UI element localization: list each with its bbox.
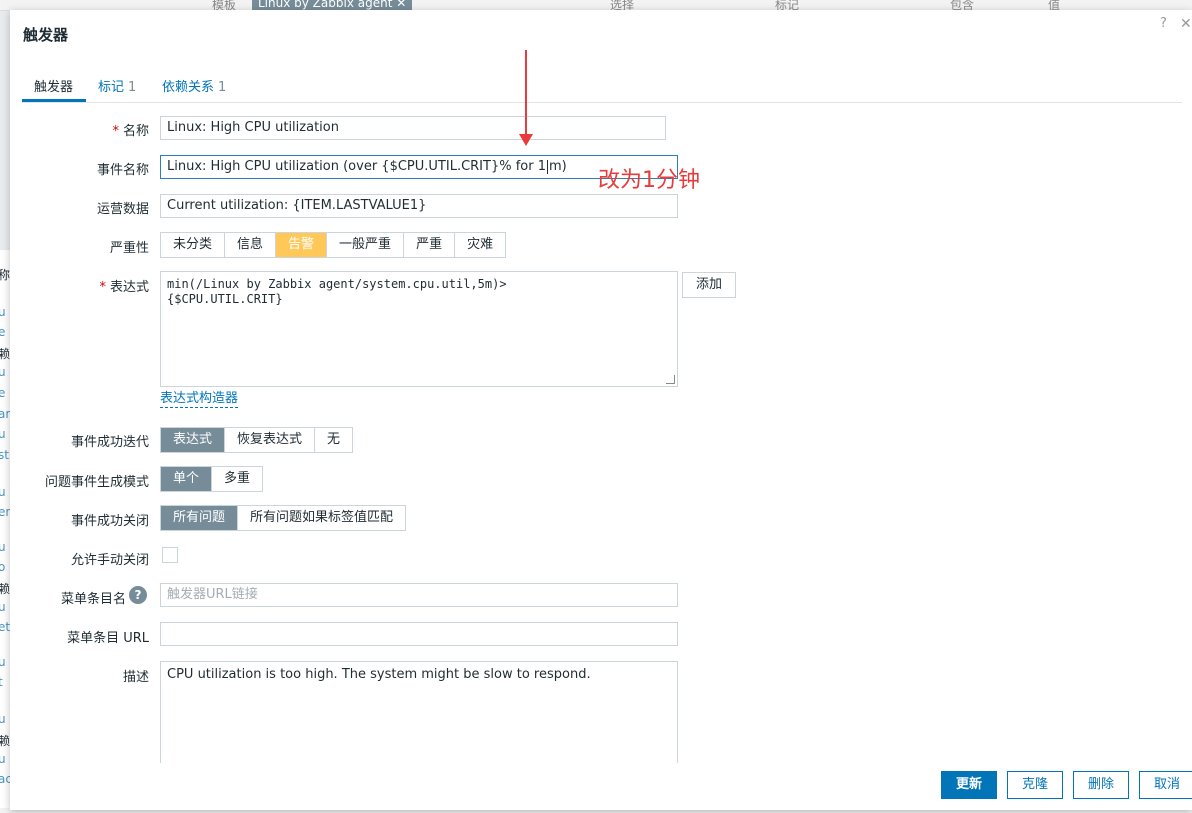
- name-input[interactable]: Linux: High CPU utilization: [160, 116, 666, 140]
- bg-frag: u: [0, 365, 6, 379]
- problem-mode-single[interactable]: 单个: [161, 467, 213, 491]
- tab-trigger-label: 触发器: [34, 80, 74, 95]
- opdata-input[interactable]: Current utilization: {ITEM.LASTVALUE1}: [160, 194, 678, 218]
- severity-warning[interactable]: 告警: [276, 233, 328, 257]
- manual-close-label: 允许手动关闭: [70, 553, 149, 568]
- delete-button[interactable]: 删除: [1073, 771, 1129, 799]
- update-button[interactable]: 更新: [941, 771, 997, 799]
- resize-handle-icon[interactable]: [666, 375, 675, 384]
- close-icon[interactable]: ✕: [1180, 16, 1192, 32]
- severity-average[interactable]: 一般严重: [327, 233, 405, 257]
- manual-close-checkbox[interactable]: [162, 547, 178, 563]
- bg-frag: ar: [0, 407, 11, 421]
- text-caret: [547, 159, 548, 174]
- clone-button[interactable]: 克隆: [1007, 771, 1063, 799]
- url-input[interactable]: [160, 622, 678, 646]
- opdata-label: 运营数据: [96, 202, 149, 217]
- tab-dependencies-count: 1: [218, 80, 227, 95]
- name-label-text: 名称: [122, 124, 149, 139]
- bg-frag: u: [0, 485, 6, 499]
- tab-trigger[interactable]: 触发器: [34, 76, 73, 95]
- add-expression-button[interactable]: 添加: [682, 272, 736, 298]
- ok-event-recovery-expression[interactable]: 恢复表达式: [225, 428, 316, 452]
- url-name-input[interactable]: 触发器URL链接: [160, 583, 678, 607]
- expression-constructor-link[interactable]: 表达式构造器: [160, 391, 239, 408]
- tab-tags-label: 标记: [98, 80, 125, 95]
- active-tab-indicator: [22, 99, 86, 102]
- bg-frag: er: [0, 505, 11, 519]
- ok-event-closes-label: 事件成功关闭: [70, 514, 149, 529]
- ok-event-generation-selector: 表达式 恢复表达式 无: [160, 427, 354, 453]
- problem-mode-selector: 单个 多重: [160, 466, 264, 492]
- bg-frag: e: [0, 386, 5, 400]
- bg-frag: 赖: [0, 732, 10, 749]
- required-marker: *: [112, 124, 119, 139]
- ok-closes-all-problems[interactable]: 所有问题: [161, 506, 239, 530]
- expression-textarea[interactable]: min(/Linux by Zabbix agent/system.cpu.ut…: [160, 271, 678, 387]
- bg-frag: 赖: [0, 580, 10, 597]
- bg-frag: e: [0, 325, 5, 339]
- bg-frag: t: [0, 675, 3, 689]
- bg-frag: o: [0, 560, 5, 574]
- tab-tags[interactable]: 标记 1: [98, 76, 136, 95]
- severity-disaster[interactable]: 灾难: [455, 233, 506, 257]
- cancel-button[interactable]: 取消: [1139, 771, 1192, 799]
- severity-not-classified[interactable]: 未分类: [161, 233, 226, 257]
- help-icon[interactable]: ?: [1160, 16, 1167, 31]
- annotation-arrow-head: [519, 134, 533, 146]
- expression-value: min(/Linux by Zabbix agent/system.cpu.ut…: [167, 277, 507, 306]
- annotation-arrow-line: [525, 50, 527, 134]
- annotation-text: 改为1分钟: [598, 168, 700, 193]
- severity-high[interactable]: 严重: [404, 233, 456, 257]
- bg-frag: 赖: [0, 345, 10, 362]
- bg-frag: u: [0, 540, 6, 554]
- description-label: 描述: [122, 670, 149, 685]
- ok-event-generation-label: 事件成功迭代: [70, 435, 149, 450]
- url-name-label: 菜单条目名: [60, 592, 126, 607]
- event-name-value-before: Linux: High CPU utilization (over {$CPU.…: [167, 159, 546, 174]
- event-name-value-after: m): [549, 159, 567, 174]
- expression-label-text: 表达式: [109, 280, 149, 295]
- tab-dependencies[interactable]: 依赖关系 1: [162, 76, 226, 95]
- bg-frag: u: [0, 752, 6, 766]
- bg-frag: u: [0, 305, 6, 319]
- tab-tags-count: 1: [128, 80, 137, 95]
- description-textarea[interactable]: CPU utilization is too high. The system …: [160, 661, 678, 763]
- severity-information[interactable]: 信息: [225, 233, 277, 257]
- ok-event-expression[interactable]: 表达式: [161, 428, 226, 452]
- bg-frag: et: [0, 620, 11, 634]
- event-name-label: 事件名称: [96, 163, 149, 178]
- dialog-title: 触发器: [23, 26, 69, 44]
- tab-bar: 触发器 标记 1 依赖关系 1: [22, 71, 1182, 103]
- url-label: 菜单条目 URL: [67, 631, 149, 646]
- question-icon[interactable]: ?: [129, 586, 147, 604]
- bg-template-chip: Linux by Zabbix agent ✕: [252, 0, 413, 10]
- problem-mode-multiple[interactable]: 多重: [212, 467, 263, 491]
- ok-event-none[interactable]: 无: [315, 428, 353, 452]
- ok-closes-tag-match[interactable]: 所有问题如果标签值匹配: [238, 506, 406, 530]
- tab-dependencies-label: 依赖关系: [162, 80, 215, 95]
- ok-event-closes-selector: 所有问题 所有问题如果标签值匹配: [160, 505, 407, 531]
- trigger-dialog: 触发器 ? ✕ 触发器 标记 1 依赖关系 1 * 名称 Linux: High CP…: [10, 10, 1192, 810]
- bg-frag: u: [0, 600, 6, 614]
- severity-selector: 未分类 信息 告警 一般严重 严重 灾难: [160, 232, 507, 258]
- problem-mode-label: 问题事件生成模式: [44, 475, 149, 490]
- bg-frag: u: [0, 427, 6, 441]
- bg-frag: u: [0, 655, 6, 669]
- expression-label: * 表达式: [10, 276, 149, 295]
- bg-frag: u: [0, 712, 6, 726]
- bg-frag: 称: [0, 266, 10, 283]
- severity-label: 严重性: [109, 241, 149, 256]
- required-marker: *: [99, 280, 106, 295]
- bg-frag: st: [0, 448, 9, 462]
- name-label: * 名称: [10, 120, 149, 139]
